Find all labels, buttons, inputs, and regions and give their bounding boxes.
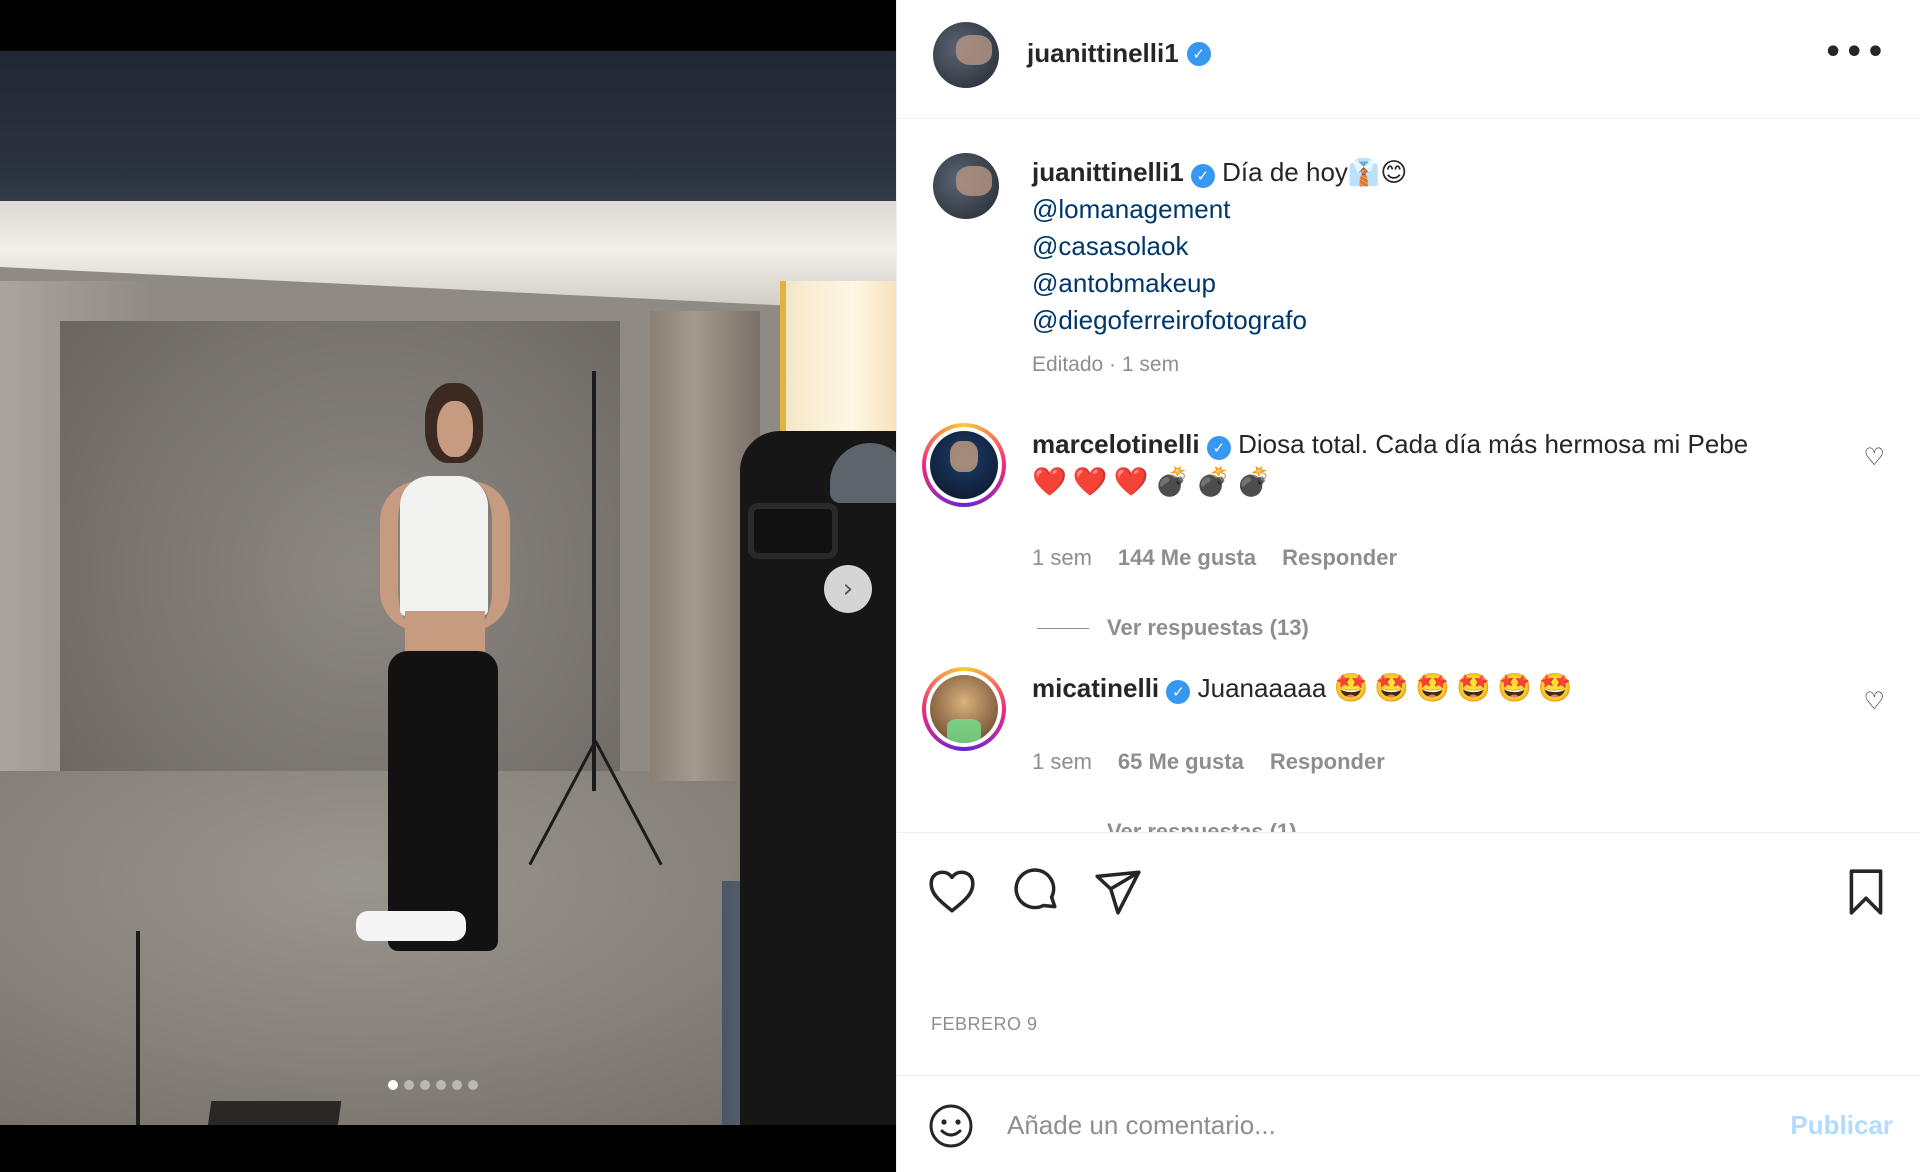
photo-light-stand bbox=[592, 371, 596, 791]
more-options-button[interactable]: ••• bbox=[1823, 38, 1887, 68]
caption-mention[interactable]: @casasolaok bbox=[1032, 228, 1407, 265]
view-replies-label: Ver respuestas (1) bbox=[1107, 819, 1297, 832]
caption-username[interactable]: juanittinelli1 bbox=[1032, 157, 1184, 187]
caption-mention[interactable]: @diegoferreirofotografo bbox=[1032, 302, 1407, 339]
view-replies-label: Ver respuestas (13) bbox=[1107, 615, 1309, 640]
carousel-indicator bbox=[388, 1080, 478, 1090]
instagram-post: › juanittinelli1 ✓ ••• juanittinelli1 ✓ … bbox=[0, 0, 1920, 1172]
carousel-dot bbox=[404, 1080, 414, 1090]
author-avatar[interactable] bbox=[933, 22, 999, 88]
view-replies-button[interactable]: Ver respuestas (1) bbox=[1037, 819, 1297, 832]
caption-mention[interactable]: @lomanagement bbox=[1032, 191, 1407, 228]
post-actions: FEBRERO 9 bbox=[897, 832, 1920, 1075]
carousel-dot bbox=[468, 1080, 478, 1090]
comment-emoji-line: 🤩🤩🤩🤩🤩🤩 bbox=[1333, 671, 1579, 704]
comment-time: 1 sem bbox=[1032, 749, 1092, 774]
story-ring[interactable] bbox=[922, 667, 1006, 751]
replies-line bbox=[1037, 627, 1089, 629]
comment-like-button[interactable]: ♡ bbox=[1863, 687, 1885, 715]
verified-badge-icon: ✓ bbox=[1190, 164, 1215, 188]
bookmark-icon[interactable] bbox=[1841, 867, 1891, 917]
comment-composer: Publicar bbox=[897, 1075, 1920, 1172]
heart-icon[interactable] bbox=[927, 867, 977, 917]
comment-meta: 1 sem 144 Me gusta Responder bbox=[1032, 545, 1397, 571]
post-header: juanittinelli1 ✓ ••• bbox=[897, 0, 1920, 119]
smiley-icon[interactable] bbox=[927, 1102, 975, 1150]
post-date: FEBRERO 9 bbox=[931, 1014, 1038, 1034]
photo-model-shoes bbox=[356, 911, 466, 941]
comment-input[interactable] bbox=[1007, 1100, 1767, 1150]
carousel-dot bbox=[388, 1080, 398, 1090]
comment-body: micatinelli ✓ Juanaaaaa 🤩🤩🤩🤩🤩🤩 bbox=[1032, 669, 1792, 707]
avatar-frame bbox=[926, 671, 1002, 747]
comment-username[interactable]: marcelotinelli bbox=[1032, 429, 1200, 459]
carousel-dot bbox=[436, 1080, 446, 1090]
caption-text: Día de hoy👔😊 bbox=[1222, 157, 1408, 187]
comment-reply-button[interactable]: Responder bbox=[1270, 749, 1385, 775]
more-horizontal-icon: ••• bbox=[1823, 35, 1887, 70]
comment-like-button[interactable]: ♡ bbox=[1863, 443, 1885, 471]
view-replies-button[interactable]: Ver respuestas (13) bbox=[1037, 615, 1309, 641]
comment-text: Juanaaaaa bbox=[1197, 673, 1327, 703]
post-photo[interactable] bbox=[0, 51, 896, 1125]
photo-model-top bbox=[400, 476, 488, 616]
comment-meta: 1 sem 65 Me gusta Responder bbox=[1032, 749, 1385, 775]
avatar-frame bbox=[926, 427, 1002, 503]
caption-meta: Editado · 1 sem bbox=[1032, 353, 1180, 376]
commenter-avatar bbox=[930, 431, 998, 499]
photo-camera bbox=[748, 503, 838, 559]
comment-icon[interactable] bbox=[1011, 867, 1061, 917]
verified-badge-icon: ✓ bbox=[1166, 680, 1191, 704]
chevron-right-icon: › bbox=[842, 574, 854, 604]
caption-author-avatar[interactable] bbox=[933, 153, 999, 219]
publish-button[interactable]: Publicar bbox=[1790, 1110, 1893, 1141]
caption-text-block: juanittinelli1 ✓ Día de hoy👔😊 @lomanagem… bbox=[1032, 154, 1407, 339]
heart-icon: ♡ bbox=[1863, 687, 1885, 715]
comment-likes[interactable]: 65 Me gusta bbox=[1118, 749, 1244, 775]
comment-text: Diosa total. Cada día más hermosa mi Peb… bbox=[1238, 429, 1749, 459]
author-username[interactable]: juanittinelli1 bbox=[1027, 38, 1179, 69]
comment-time: 1 sem bbox=[1032, 545, 1092, 570]
caption-mention[interactable]: @antobmakeup bbox=[1032, 265, 1407, 302]
comments-scroll-area[interactable]: juanittinelli1 ✓ Día de hoy👔😊 @lomanagem… bbox=[897, 119, 1920, 832]
post-panel: juanittinelli1 ✓ ••• juanittinelli1 ✓ Dí… bbox=[896, 0, 1920, 1172]
comment-likes[interactable]: 144 Me gusta bbox=[1118, 545, 1256, 571]
comment-reply-button[interactable]: Responder bbox=[1282, 545, 1397, 571]
verified-badge-icon: ✓ bbox=[1206, 436, 1231, 460]
carousel-dot bbox=[452, 1080, 462, 1090]
comment-emoji-line: ❤️❤️❤️💣💣💣 bbox=[1032, 465, 1278, 498]
photo-model-pants bbox=[388, 651, 498, 951]
carousel-next-button[interactable]: › bbox=[824, 565, 872, 613]
verified-badge-icon: ✓ bbox=[1186, 41, 1211, 66]
comment-body: marcelotinelli ✓ Diosa total. Cada día m… bbox=[1032, 425, 1792, 501]
photo-model-face bbox=[437, 401, 473, 457]
heart-icon: ♡ bbox=[1863, 443, 1885, 471]
photo-crate bbox=[198, 1101, 342, 1125]
comment-username[interactable]: micatinelli bbox=[1032, 673, 1159, 703]
share-icon[interactable] bbox=[1093, 867, 1143, 917]
post-media: › bbox=[0, 0, 896, 1172]
author-username-row: juanittinelli1 ✓ bbox=[1027, 38, 1211, 69]
commenter-avatar bbox=[930, 675, 998, 743]
photo-light-stand bbox=[136, 931, 140, 1125]
carousel-dot bbox=[420, 1080, 430, 1090]
story-ring[interactable] bbox=[922, 423, 1006, 507]
